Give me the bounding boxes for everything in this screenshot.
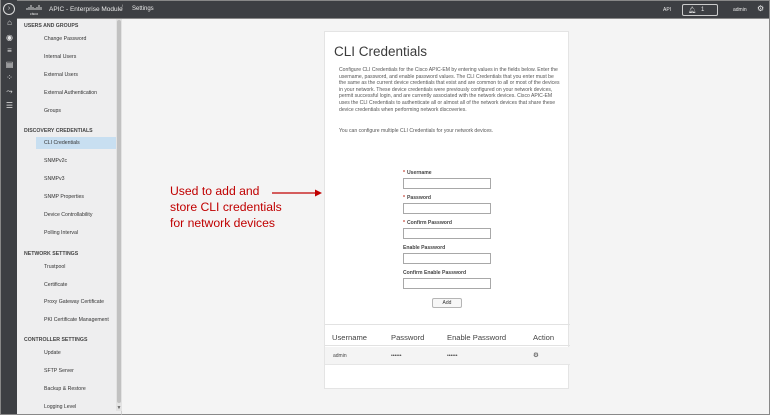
top-bar: cisco APIC - Enterprise Module / Setting…	[0, 0, 770, 19]
password-input[interactable]	[403, 203, 491, 214]
nav-item-trustpool[interactable]: Trustpool	[44, 264, 65, 270]
enable-password-label: Enable Password	[403, 245, 446, 251]
section-discovery-credentials: DISCOVERY CREDENTIALS	[24, 128, 93, 134]
cli-credentials-card: CLI Credentials Configure CLI Credential…	[324, 31, 570, 389]
bell-icon: 🔔︎	[688, 7, 697, 14]
expand-menu-icon[interactable]: ›	[3, 3, 15, 15]
username-input[interactable]	[403, 178, 491, 189]
confirm-enable-password-input[interactable]	[403, 278, 491, 289]
page-title: CLI Credentials	[334, 44, 428, 59]
nav-item-proxy-gateway-certificate[interactable]: Proxy Gateway Certificate	[44, 299, 104, 305]
gear-icon[interactable]: ⚙	[533, 351, 539, 359]
column-username[interactable]: Username	[332, 333, 367, 342]
confirm-password-label: * Confirm Password	[403, 220, 452, 226]
confirm-password-input[interactable]	[403, 228, 491, 239]
notifications-button[interactable]: 🔔︎ 1	[682, 4, 718, 16]
annotation-arrow	[272, 189, 322, 197]
add-button[interactable]: Add	[432, 298, 462, 308]
nav-item-change-password[interactable]: Change Password	[44, 36, 86, 42]
nav-scrollbar-thumb[interactable]	[117, 20, 121, 403]
cisco-logo: cisco	[26, 5, 42, 16]
nav-item-backup-restore[interactable]: Backup & Restore	[44, 386, 86, 392]
cisco-wordmark: cisco	[30, 12, 38, 16]
cell-username: admin	[333, 353, 347, 359]
nav-item-groups[interactable]: Groups	[44, 108, 61, 114]
breadcrumb-settings: Settings	[132, 6, 154, 12]
required-marker: *	[403, 220, 405, 226]
path-trace-icon[interactable]: ⤳	[5, 87, 14, 96]
annotation-line-3: for network devices	[170, 216, 275, 230]
nav-item-external-authentication[interactable]: External Authentication	[44, 90, 97, 96]
cell-enable-password: ••••••	[447, 353, 458, 359]
circle-nodes-icon[interactable]: ◉	[5, 33, 14, 42]
enable-password-input[interactable]	[403, 253, 491, 264]
user-menu[interactable]: admin	[733, 7, 747, 13]
gear-icon[interactable]: ⚙	[757, 4, 764, 13]
nav-item-certificate[interactable]: Certificate	[44, 282, 67, 288]
device-icon[interactable]: ▤	[5, 60, 14, 69]
home-icon[interactable]: ⌂	[5, 18, 14, 27]
nav-item-snmpv2c[interactable]: SNMPv2c	[44, 158, 67, 164]
nav-item-device-controllability[interactable]: Device Controllability	[44, 212, 92, 218]
nav-item-sftp-server[interactable]: SFTP Server	[44, 368, 74, 374]
nav-item-snmp-properties[interactable]: SNMP Properties	[44, 194, 84, 200]
topology-icon[interactable]: ⁘	[5, 73, 14, 82]
nav-item-polling-interval[interactable]: Polling Interval	[44, 230, 78, 236]
description-multiple: You can configure multiple CLI Credentia…	[339, 128, 494, 134]
annotation-line-1: Used to add and	[170, 184, 260, 198]
api-link[interactable]: API	[663, 7, 671, 13]
table-row: admin •••••• •••••• ⚙	[325, 347, 570, 365]
app-title[interactable]: APIC - Enterprise Module	[49, 6, 123, 13]
icon-rail: › ⌂ ◉ ≡ ▤ ⁘ ⤳ ☰	[0, 0, 17, 415]
username-label: * Username	[403, 170, 432, 176]
nav-item-cli-credentials[interactable]: CLI Credentials	[36, 137, 116, 149]
required-marker: *	[403, 195, 405, 201]
nav-item-update[interactable]: Update	[44, 350, 61, 356]
annotation-line-2: store CLI credentials	[170, 200, 282, 214]
list-icon[interactable]: ☰	[5, 101, 14, 110]
column-enable-password[interactable]: Enable Password	[447, 333, 506, 342]
required-marker: *	[403, 170, 405, 176]
database-icon[interactable]: ≡	[5, 46, 14, 55]
column-password[interactable]: Password	[391, 333, 424, 342]
table-header: Username Password Enable Password Action	[325, 324, 570, 346]
notification-count: 1	[701, 7, 705, 13]
breadcrumb-separator: /	[121, 5, 123, 12]
section-controller-settings: CONTROLLER SETTINGS	[24, 337, 88, 343]
column-action: Action	[533, 333, 555, 342]
confirm-enable-password-label: Confirm Enable Password	[403, 270, 467, 276]
nav-item-external-users[interactable]: External Users	[44, 72, 78, 78]
section-network-settings: NETWORK SETTINGS	[24, 251, 79, 257]
nav-item-snmpv3[interactable]: SNMPv3	[44, 176, 64, 182]
cell-password: ••••••	[391, 353, 402, 359]
nav-item-pki-certificate-management[interactable]: PKI Certificate Management	[44, 317, 109, 323]
section-users-and-groups: USERS AND GROUPS	[24, 23, 79, 29]
password-label: * Password	[403, 195, 432, 201]
description: Configure CLI Credentials for the Cisco …	[339, 67, 560, 113]
nav-item-logging-level[interactable]: Logging Level	[44, 404, 76, 410]
settings-nav: USERS AND GROUPS Change Password Interna…	[17, 19, 122, 415]
nav-item-internal-users[interactable]: Internal Users	[44, 54, 76, 60]
